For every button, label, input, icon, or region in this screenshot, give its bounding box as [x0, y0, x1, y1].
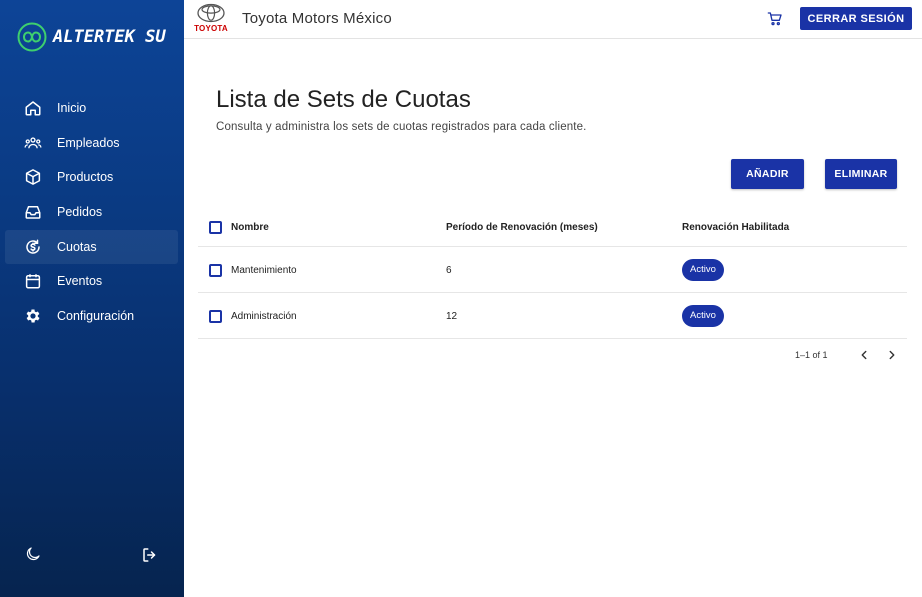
sidebar-item-label: Cuotas	[57, 239, 97, 254]
toyota-emblem-icon	[197, 3, 225, 23]
inbox-icon	[25, 206, 41, 219]
sidebar-item-pedidos[interactable]: Pedidos	[5, 195, 178, 229]
sidebar-item-label: Eventos	[57, 274, 103, 289]
quota-sets-table: Nombre Período de Renovación (meses) Ren…	[198, 207, 907, 339]
table-header-row: Nombre Período de Renovación (meses) Ren…	[198, 207, 907, 247]
delete-button[interactable]: ELIMINAR	[825, 159, 897, 189]
sidebar-item-inicio[interactable]: Inicio	[5, 91, 178, 125]
sidebar-item-productos[interactable]: Productos	[5, 160, 178, 194]
cell-name: Mantenimiento	[231, 265, 297, 276]
table-row[interactable]: Mantenimiento 6 Activo	[198, 247, 907, 293]
sidebar-item-cuotas[interactable]: Cuotas	[5, 229, 178, 264]
client-logo: TOYOTA	[191, 3, 231, 33]
row-checkbox[interactable]	[209, 264, 222, 277]
logout-button[interactable]: CERRAR SESIÓN	[800, 7, 912, 30]
sidebar-item-label: Pedidos	[57, 205, 103, 220]
add-button[interactable]: AÑADIR	[731, 159, 804, 189]
cell-period: 12	[446, 311, 458, 322]
cell-period: 6	[446, 265, 452, 276]
box-icon	[25, 169, 41, 186]
cell-name: Administración	[231, 311, 297, 322]
gear-icon	[26, 309, 40, 323]
pagination-range: 1–1 of 1	[795, 350, 828, 360]
row-checkbox[interactable]	[209, 310, 222, 323]
sidebar-item-label: Productos	[57, 170, 114, 185]
app-logo[interactable]: ALTERTEK SU	[17, 22, 166, 52]
client-logo-word: TOYOTA	[194, 24, 228, 33]
company-name: Toyota Motors México	[242, 10, 392, 27]
sidebar-item-label: Inicio	[57, 101, 87, 115]
sidebar-item-label: Configuración	[57, 309, 135, 324]
sidebar: ALTERTEK SU Inicio Empleados Productos P…	[0, 0, 184, 597]
sidebar-item-empleados[interactable]: Empleados	[5, 126, 178, 160]
sidebar-nav: Inicio Empleados Productos Pedidos Cuota…	[5, 91, 178, 334]
page-title: Lista de Sets de Cuotas	[216, 86, 471, 113]
calendar-icon	[25, 274, 41, 289]
select-all-checkbox[interactable]	[209, 221, 222, 234]
page-subtitle: Consulta y administra los sets de cuotas…	[216, 121, 587, 133]
people-icon	[24, 137, 42, 149]
column-header-renewal[interactable]: Renovación Habilitada	[682, 222, 789, 233]
home-icon	[25, 101, 41, 116]
infinity-logo-icon	[17, 22, 47, 52]
moon-icon[interactable]	[24, 545, 42, 563]
column-header-name[interactable]: Nombre	[231, 222, 269, 233]
top-header: TOYOTA Toyota Motors México CERRAR SESIÓ…	[184, 0, 922, 39]
cart-icon[interactable]	[767, 11, 783, 27]
chevron-left-icon[interactable]	[857, 348, 871, 362]
logo-text: ALTERTEK SU	[53, 27, 166, 47]
table-row[interactable]: Administración 12 Activo	[198, 293, 907, 339]
status-badge: Activo	[682, 259, 724, 281]
chevron-right-icon[interactable]	[885, 348, 899, 362]
status-badge: Activo	[682, 305, 724, 327]
column-header-period[interactable]: Período de Renovación (meses)	[446, 222, 598, 233]
dollar-cycle-icon	[26, 239, 40, 254]
sidebar-item-configuracion[interactable]: Configuración	[5, 299, 178, 333]
logout-icon[interactable]	[141, 546, 159, 564]
sidebar-item-eventos[interactable]: Eventos	[5, 264, 178, 298]
sidebar-item-label: Empleados	[57, 135, 120, 150]
